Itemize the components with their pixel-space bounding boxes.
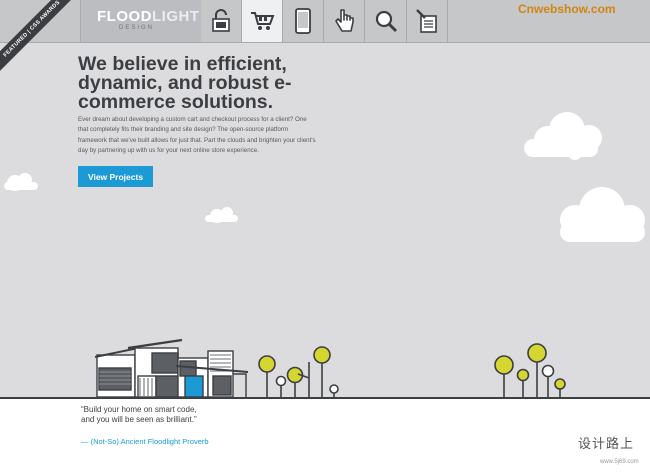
watermark-url: www.5j69.com [600,459,639,465]
cloud-mid [205,207,238,223]
cloud-left [4,173,38,191]
cloud-right-big [560,187,645,242]
tree-left-2 [275,375,287,397]
watermark-cn: 设计路上 [578,436,635,451]
tree-left-3 [286,366,304,397]
hero-headline: We believe in efficient, dynamic, and ro… [78,53,292,113]
tree-left-1 [258,355,276,397]
cloud-right-top [524,112,602,160]
view-projects-button[interactable]: View Projects [78,166,153,187]
footer-quote: “Build your home on smart code, and you … [81,405,197,424]
trees [258,343,566,397]
tree-left-4 [297,346,331,397]
house-illustration [94,338,249,398]
proverb-link[interactable]: — (Not-So) Ancient Floodlight Proverb [81,437,209,446]
tree-right-2 [516,368,530,397]
tree-right-1 [494,355,514,397]
hero-intro: Ever dream about developing a custom car… [78,116,316,154]
tree-right-4 [541,364,555,397]
tree-right-5 [554,378,566,397]
tree-left-5 [329,384,339,397]
